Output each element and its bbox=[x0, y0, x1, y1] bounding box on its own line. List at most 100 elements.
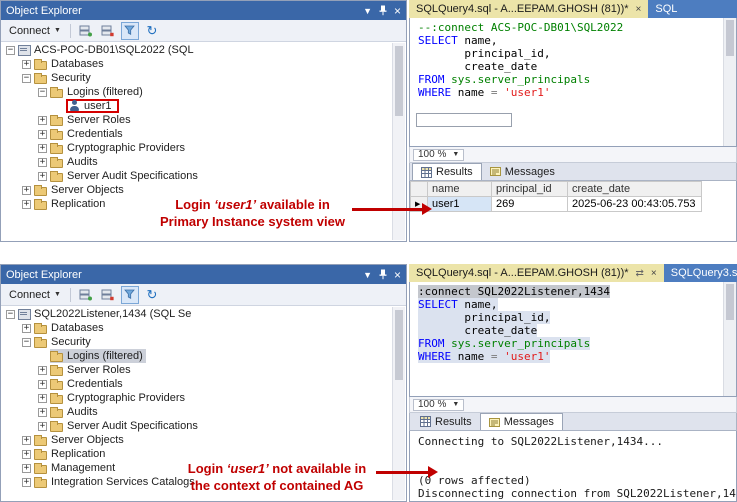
tree-item-security[interactable]: −Security bbox=[2, 71, 392, 85]
expander-icon[interactable]: + bbox=[38, 408, 47, 417]
tab-sqlquery3[interactable]: SQLQuery3.sql - ... bbox=[664, 264, 737, 282]
close-icon[interactable]: × bbox=[651, 268, 657, 279]
expander-icon[interactable]: + bbox=[38, 116, 47, 125]
results-messages-bar: Results Messages bbox=[409, 413, 737, 431]
tree-item-credentials[interactable]: +Credentials bbox=[2, 377, 392, 391]
editor-scrollbar[interactable] bbox=[723, 282, 736, 396]
editor-scrollbar[interactable] bbox=[723, 18, 736, 146]
connect-server-button[interactable] bbox=[77, 22, 95, 40]
tree-item-logins-filtered[interactable]: +Logins (filtered) bbox=[2, 349, 392, 363]
close-icon[interactable]: × bbox=[394, 270, 401, 280]
column-header-name[interactable]: name bbox=[428, 182, 492, 197]
expander-icon[interactable]: + bbox=[22, 60, 31, 69]
cell-principal-id[interactable]: 269 bbox=[492, 197, 568, 212]
tree-item-body: Replication bbox=[34, 447, 108, 461]
tree-item-server-roles[interactable]: +Server Roles bbox=[2, 363, 392, 377]
filter-button[interactable] bbox=[121, 22, 139, 40]
tree-item-logins-filtered[interactable]: −Logins (filtered) bbox=[2, 85, 392, 99]
tree-item-server-objects[interactable]: + Server Objects bbox=[2, 183, 392, 197]
tree-item-databases[interactable]: +Databases bbox=[2, 321, 392, 335]
expander-icon[interactable]: − bbox=[6, 310, 15, 319]
scrollbar-thumb[interactable] bbox=[726, 20, 734, 56]
cell-name[interactable]: user1 bbox=[428, 197, 492, 212]
row-selector-header[interactable] bbox=[411, 182, 428, 197]
cell-create-date[interactable]: 2025-06-23 00:43:05.753 bbox=[568, 197, 702, 212]
expander-icon[interactable]: + bbox=[22, 200, 31, 209]
expander-icon[interactable]: + bbox=[22, 464, 31, 473]
scrollbar-thumb[interactable] bbox=[395, 310, 403, 380]
tree-item-server-roles[interactable]: +Server Roles bbox=[2, 113, 392, 127]
close-icon[interactable]: × bbox=[636, 4, 642, 15]
refresh-button[interactable]: ↻ bbox=[143, 22, 161, 40]
expander-icon[interactable]: + bbox=[22, 478, 31, 487]
tree-item-security[interactable]: −Security bbox=[2, 335, 392, 349]
tree-item-server-audit-specifications[interactable]: +Server Audit Specifications bbox=[2, 169, 392, 183]
tree-item-body: user1 bbox=[66, 99, 119, 113]
expander-icon[interactable]: + bbox=[38, 422, 47, 431]
folder-icon bbox=[34, 187, 47, 196]
object-explorer-toolbar: Connect▼ ↻ bbox=[1, 20, 406, 42]
tree-item-server-audit-specifications[interactable]: +Server Audit Specifications bbox=[2, 419, 392, 433]
connect-dropdown[interactable]: Connect▼ bbox=[6, 24, 64, 38]
tree-item-user1[interactable]: +user1 bbox=[2, 99, 392, 113]
zoom-selector[interactable]: 100 % ▼ bbox=[413, 399, 464, 411]
tab-results[interactable]: Results bbox=[412, 413, 480, 430]
scrollbar-thumb[interactable] bbox=[395, 46, 403, 116]
column-header-create-date[interactable]: create_date bbox=[568, 182, 702, 197]
disconnect-server-button[interactable] bbox=[99, 22, 117, 40]
refresh-button[interactable]: ↻ bbox=[143, 286, 161, 304]
zoom-strip: 100 % ▼ bbox=[409, 147, 737, 163]
zoom-selector[interactable]: 100 % ▼ bbox=[413, 149, 464, 161]
tree-item-credentials[interactable]: +Credentials bbox=[2, 127, 392, 141]
tab-results[interactable]: Results bbox=[412, 163, 482, 180]
expander-icon[interactable]: + bbox=[38, 144, 47, 153]
expander-icon[interactable]: − bbox=[22, 74, 31, 83]
connect-server-button[interactable] bbox=[77, 286, 95, 304]
tree-item-server-objects[interactable]: +Server Objects bbox=[2, 433, 392, 447]
close-icon[interactable]: × bbox=[394, 6, 401, 16]
tree-item-cryptographic-providers[interactable]: +Cryptographic Providers bbox=[2, 391, 392, 405]
expander-icon[interactable]: − bbox=[6, 46, 15, 55]
tree-item-cryptographic-providers[interactable]: +Cryptographic Providers bbox=[2, 141, 392, 155]
tab-label: SQLQuery4.sql - A...EEPAM.GHOSH (81))* bbox=[416, 3, 629, 15]
expander-icon[interactable]: − bbox=[22, 338, 31, 347]
message-line bbox=[418, 461, 736, 474]
tree-item-databases[interactable]: +Databases bbox=[2, 57, 392, 71]
connect-label: Connect bbox=[9, 25, 50, 37]
tab-sqlquery-next[interactable]: SQL bbox=[648, 0, 737, 18]
window-position-icon[interactable]: ▼ bbox=[363, 270, 372, 280]
sql-editor[interactable]: --:connect ACS-POC-DB01\SQL2022SELECT na… bbox=[409, 18, 737, 147]
sql-editor[interactable]: :connect SQL2022Listener,1434SELECT name… bbox=[409, 282, 737, 397]
column-header-principal-id[interactable]: principal_id bbox=[492, 182, 568, 197]
expander-icon[interactable]: + bbox=[38, 130, 47, 139]
tree-item-sql2022listener-1434-sql-se[interactable]: −SQL2022Listener,1434 (SQL Se bbox=[2, 307, 392, 321]
expander-icon[interactable]: + bbox=[22, 186, 31, 195]
pin-icon[interactable] bbox=[379, 269, 387, 280]
tree-item-acs-poc-db01-sql2022-sql[interactable]: −ACS-POC-DB01\SQL2022 (SQL bbox=[2, 43, 392, 57]
tree-item-audits[interactable]: +Audits bbox=[2, 155, 392, 169]
tab-sqlquery4[interactable]: SQLQuery4.sql - A...EEPAM.GHOSH (81))* × bbox=[409, 0, 648, 18]
expander-icon[interactable]: + bbox=[38, 172, 47, 181]
expander-icon[interactable]: + bbox=[22, 436, 31, 445]
expander-icon[interactable]: + bbox=[38, 394, 47, 403]
scrollbar-thumb[interactable] bbox=[726, 284, 734, 320]
tree-item-label: Server Objects bbox=[51, 184, 124, 196]
expander-icon[interactable]: + bbox=[38, 380, 47, 389]
tree-item-audits[interactable]: +Audits bbox=[2, 405, 392, 419]
tab-messages[interactable]: Messages bbox=[482, 163, 563, 180]
disconnect-server-button[interactable] bbox=[99, 286, 117, 304]
expander-icon[interactable]: + bbox=[22, 450, 31, 459]
tab-sqlquery4[interactable]: SQLQuery4.sql - A...EEPAM.GHOSH (81))* ⇄… bbox=[409, 264, 664, 282]
expander-icon[interactable]: + bbox=[22, 324, 31, 333]
caret-line-indicator bbox=[416, 113, 512, 127]
pin-icon[interactable] bbox=[379, 5, 387, 16]
expander-icon[interactable]: + bbox=[38, 158, 47, 167]
window-position-icon[interactable]: ▼ bbox=[363, 6, 372, 16]
tree-item-replication[interactable]: +Replication bbox=[2, 447, 392, 461]
expander-icon[interactable]: + bbox=[38, 366, 47, 375]
tab-messages[interactable]: Messages bbox=[480, 413, 563, 430]
keep-tab-open-icon[interactable]: ⇄ bbox=[636, 268, 644, 279]
filter-button[interactable] bbox=[121, 286, 139, 304]
connect-dropdown[interactable]: Connect▼ bbox=[6, 288, 64, 302]
expander-icon[interactable]: − bbox=[38, 88, 47, 97]
